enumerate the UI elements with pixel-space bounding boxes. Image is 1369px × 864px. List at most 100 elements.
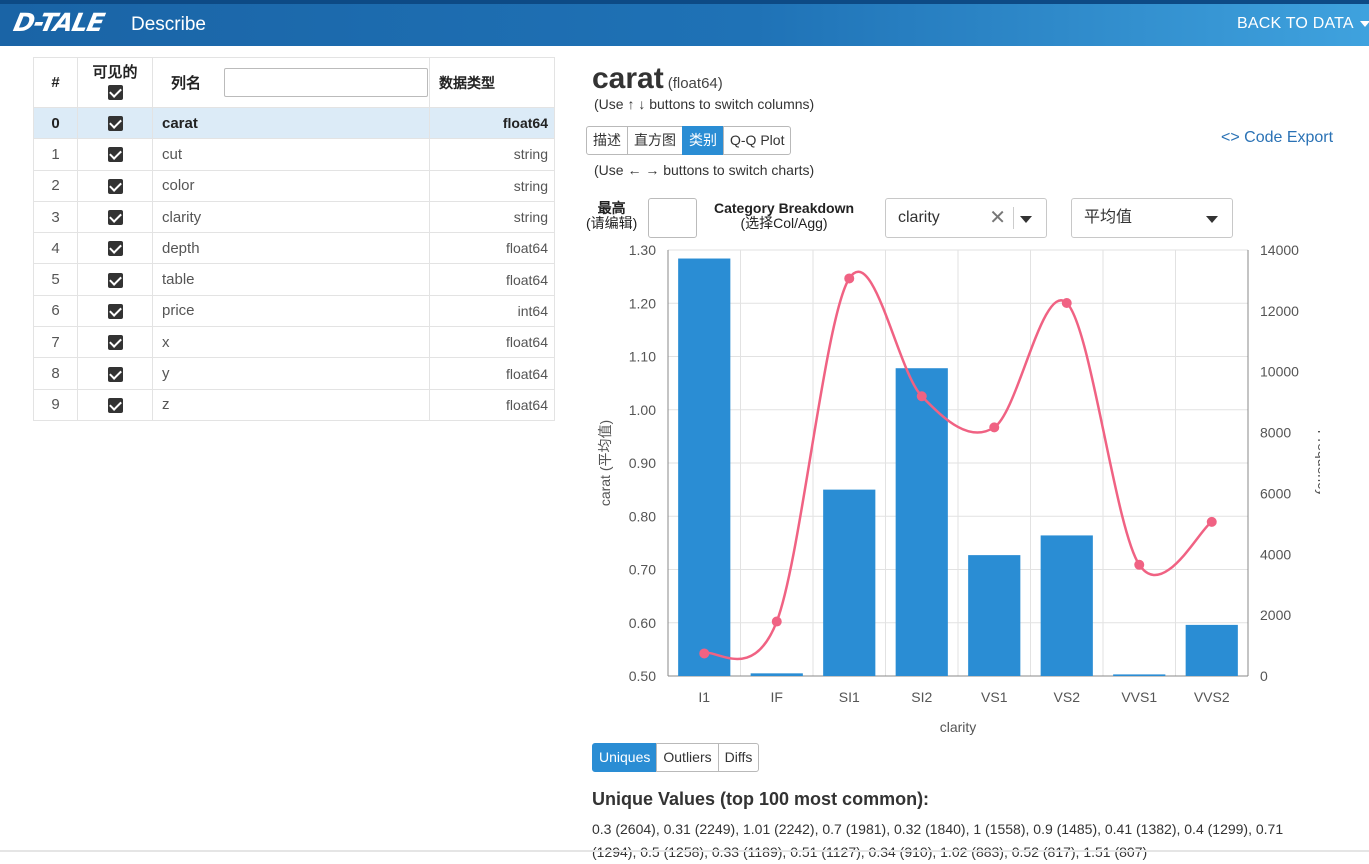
columns-table: # 可见的 列名 数据类型 0 carat float64 1 cut string 2 co… (33, 57, 555, 421)
visible-checkbox[interactable] (107, 335, 123, 351)
table-row[interactable]: 2 color string (33, 169, 555, 202)
table-row[interactable]: 3 clarity string (33, 200, 555, 234)
column-name-filter-input[interactable] (224, 68, 428, 97)
tab-diffs[interactable]: Diffs (717, 743, 760, 772)
frequency-point (1061, 298, 1072, 309)
y-tick-label: 0.80 (629, 508, 656, 524)
row-column-name: color (152, 169, 430, 202)
select-all-checkbox[interactable] (107, 85, 123, 101)
switch-charts-hint: (Use ← → buttons to switch charts) (594, 162, 815, 178)
row-column-name: table (152, 263, 430, 296)
category-column-value: clarity (898, 209, 940, 226)
table-row[interactable]: 7 x float64 (33, 326, 555, 359)
dtale-logo[interactable]: D-TALE (11, 8, 107, 37)
row-column-name: depth (152, 232, 430, 265)
column-title: carat (float64) (592, 62, 723, 96)
chevron-down-icon[interactable] (1206, 216, 1218, 223)
row-index: 5 (33, 263, 78, 296)
clear-icon[interactable]: ✕ (989, 199, 1006, 237)
header-top-line (0, 0, 1369, 4)
row-visible-cell (77, 388, 153, 421)
y2-axis-title: Frequency (1315, 430, 1320, 496)
chevron-down-icon (1359, 20, 1369, 27)
name-header-label[interactable]: 列名 (162, 72, 224, 93)
y2-tick-label: 6000 (1260, 485, 1291, 501)
bar (1185, 624, 1238, 676)
row-visible-cell (77, 357, 153, 390)
visible-checkbox[interactable] (107, 210, 123, 226)
table-row[interactable]: 0 carat float64 (33, 106, 555, 140)
tab-describe[interactable]: 描述 (586, 126, 628, 155)
row-dtype: float64 (429, 357, 555, 390)
row-index: 9 (33, 388, 78, 421)
table-row[interactable]: 5 table float64 (33, 263, 555, 296)
category-column-select[interactable]: clarity ✕ (885, 198, 1047, 238)
app-header: D-TALE Describe BACK TO DATA (0, 0, 1369, 46)
row-dtype: float64 (429, 326, 555, 359)
category-breakdown-title: Category Breakdown (714, 200, 855, 216)
uniques-text: 0.3 (2604), 0.31 (2249), 1.01 (2242), 0.… (592, 821, 1284, 860)
table-row[interactable]: 6 price int64 (33, 294, 555, 328)
select-separator (1013, 207, 1014, 229)
table-row[interactable]: 9 z float64 (33, 388, 555, 421)
row-column-name: price (152, 294, 430, 328)
table-row[interactable]: 1 cut string (33, 138, 555, 171)
tab-uniques[interactable]: Uniques (592, 743, 658, 772)
x-tick-label: VVS1 (1121, 689, 1157, 705)
row-dtype: float64 (429, 232, 555, 265)
visible-checkbox[interactable] (107, 178, 123, 194)
top-label: 最高 (请编辑) (586, 201, 637, 231)
row-index: 0 (33, 106, 78, 140)
visible-checkbox[interactable] (107, 366, 123, 382)
row-index: 3 (33, 200, 78, 234)
frequency-point (1134, 559, 1145, 570)
code-export-link[interactable]: <> Code Export (1221, 129, 1333, 147)
dtype-header[interactable]: 数据类型 (429, 57, 555, 108)
visible-checkbox[interactable] (107, 303, 123, 319)
tab-categories[interactable]: 类别 (682, 126, 724, 155)
y-tick-label: 1.10 (629, 349, 656, 365)
row-visible-cell (77, 232, 153, 265)
index-header[interactable]: # (33, 57, 78, 108)
y2-tick-label: 12000 (1260, 303, 1299, 319)
frequency-point (989, 422, 1000, 433)
row-column-name: carat (152, 106, 430, 140)
tab-qq-plot[interactable]: Q-Q Plot (723, 126, 792, 155)
x-tick-label: VS1 (981, 689, 1008, 705)
chart-tabs: 描述 直方图 类别 Q-Q Plot (586, 126, 792, 155)
bar (1040, 535, 1093, 676)
frequency-point (844, 273, 855, 284)
y-tick-label: 1.00 (629, 402, 656, 418)
chevron-down-icon[interactable] (1020, 216, 1032, 223)
x-tick-label: VS2 (1054, 689, 1081, 705)
x-tick-label: VVS2 (1194, 689, 1230, 705)
row-visible-cell (77, 294, 153, 328)
top-n-input[interactable] (648, 198, 697, 238)
back-to-data-link[interactable]: BACK TO DATA (1237, 15, 1369, 33)
y2-tick-label: 2000 (1260, 607, 1291, 623)
bar (750, 673, 803, 676)
visible-checkbox[interactable] (107, 241, 123, 257)
top-label-hint: (请编辑) (586, 215, 638, 231)
table-row[interactable]: 4 depth float64 (33, 232, 555, 265)
name-header: 列名 (152, 57, 430, 108)
bar (968, 555, 1021, 676)
bar (823, 489, 876, 676)
x-axis-title: clarity (940, 719, 977, 735)
aggregation-select[interactable]: 平均值 (1071, 198, 1233, 238)
x-tick-label: I1 (698, 689, 710, 705)
top-label-title: 最高 (597, 200, 626, 216)
tab-outliers[interactable]: Outliers (656, 743, 719, 772)
frequency-point (699, 648, 710, 659)
visible-header: 可见的 (77, 57, 153, 108)
visible-checkbox[interactable] (107, 116, 123, 132)
table-row[interactable]: 8 y float64 (33, 357, 555, 390)
row-index: 6 (33, 294, 78, 328)
y-axis-title: carat (平均值) (597, 420, 613, 506)
visible-checkbox[interactable] (107, 397, 123, 413)
visible-checkbox[interactable] (107, 272, 123, 288)
visible-checkbox[interactable] (107, 147, 123, 163)
tab-histogram[interactable]: 直方图 (627, 126, 683, 155)
aggregation-value: 平均值 (1084, 209, 1133, 226)
uniques-title: Unique Values (top 100 most common): (592, 789, 930, 809)
